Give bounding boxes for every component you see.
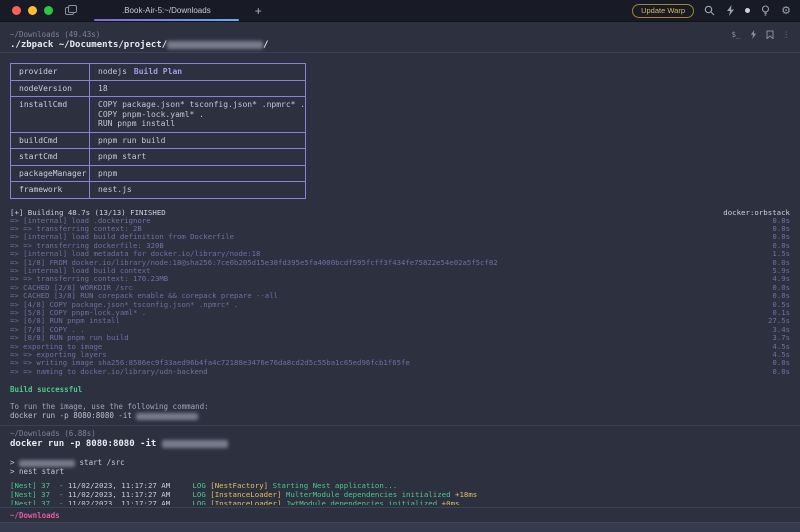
nest-start-line: > nest start — [10, 467, 790, 476]
redacted-project-path — [167, 41, 263, 49]
block1-header: ~/Downloads (49.43s) $_ ⋮ — [10, 30, 790, 39]
plan-key: framework — [11, 182, 89, 198]
plan-value-line: COPY package.json* tsconfig.json* .npmrc… — [98, 100, 305, 110]
redacted-image-name — [162, 440, 228, 448]
run-hint-command: docker run -p 8080:8080 -it — [10, 411, 790, 420]
terminal-content: ~/Downloads (49.43s) $_ ⋮ ./zbpack ~/Doc… — [0, 22, 800, 532]
plan-row: startCmd pnpm start — [11, 149, 305, 166]
build-plan-body: providernodejsnodeVersion18installCmdCOP… — [11, 64, 305, 198]
log-segment: LOG — [192, 481, 210, 490]
log-segment: 11/02/2023, 11:17:27 AM — [68, 481, 193, 490]
plan-value-line: pnpm run build — [98, 136, 305, 146]
log-segment: [InstanceLoader] — [210, 490, 286, 499]
new-tab-button[interactable]: + — [247, 4, 270, 18]
docker-line-time: 0.0s — [772, 368, 790, 376]
run-hint-text: To run the image, use the following comm… — [10, 402, 790, 411]
block1-path-duration: ~/Downloads (49.43s) — [10, 30, 100, 39]
nest-logs: [Nest] 37 - 11/02/2023, 11:17:27 AM LOG … — [10, 482, 790, 505]
build-plan-title: Build Plan — [11, 59, 305, 78]
terminal-tab[interactable]: .Book-Air-5:~/Downloads — [92, 0, 241, 22]
docker-line: => [5/8] COPY pnpm-lock.yaml* .0.1s — [10, 309, 790, 317]
notification-dot — [745, 8, 750, 13]
lightning-icon[interactable] — [724, 5, 736, 17]
npm-start-line: > start /src — [10, 458, 790, 467]
plan-value: pnpm start — [89, 149, 305, 165]
plan-value: pnpm — [89, 166, 305, 182]
command-input[interactable] — [0, 522, 800, 532]
plan-row: packageManager pnpm — [11, 166, 305, 183]
bookmark-icon[interactable] — [766, 30, 774, 39]
new-window-icon[interactable] — [65, 5, 78, 16]
block2-header: ~/Downloads (6.88s) — [10, 429, 790, 438]
log-segment: [Nest] 37 - — [10, 481, 68, 490]
docker-line: => [8/8] RUN pnpm run build3.7s — [10, 334, 790, 342]
plan-key: installCmd — [11, 97, 89, 132]
log-segment: LOG — [192, 490, 210, 499]
log-segment: +18ms — [451, 490, 478, 499]
docker-output: => [internal] load .dockerignore0.0s=> =… — [10, 217, 790, 377]
plan-key: nodeVersion — [11, 81, 89, 97]
current-block: ~/Downloads — [10, 505, 790, 532]
plan-key: startCmd — [11, 149, 89, 165]
plan-row: buildCmd pnpm run build — [11, 133, 305, 150]
update-warp-button[interactable]: Update Warp — [632, 4, 694, 18]
plan-row: framework nest.js — [11, 182, 305, 198]
plan-value-line: pnpm start — [98, 152, 305, 162]
plan-value: nest.js — [89, 182, 305, 198]
plan-value-line: COPY pnpm-lock.yaml* . — [98, 110, 305, 120]
current-prompt-path: ~/Downloads — [10, 508, 790, 522]
topbar-actions: Update Warp ⚙ — [632, 4, 792, 18]
docker-line-text: => => naming to docker.io/library/udn-ba… — [10, 368, 208, 376]
terminal-prompt-icon[interactable]: $_ — [731, 31, 740, 39]
search-icon[interactable] — [703, 5, 715, 17]
close-window-button[interactable] — [12, 6, 21, 15]
log-segment: [NestFactory] — [210, 481, 272, 490]
plan-row: nodeVersion 18 — [11, 81, 305, 98]
log-segment: Starting Nest application... — [273, 481, 398, 490]
block1-command: ./zbpack ~/Documents/project// — [10, 40, 790, 50]
log-segment: 11/02/2023, 11:17:27 AM — [68, 490, 193, 499]
plan-key: buildCmd — [11, 133, 89, 149]
bolt-icon[interactable] — [750, 30, 757, 39]
build-success-message: Build successful — [10, 385, 790, 394]
warp-window: .Book-Air-5:~/Downloads + Update Warp ⚙ … — [0, 0, 800, 532]
kebab-menu-icon[interactable]: ⋮ — [783, 31, 791, 39]
plan-value-line: RUN pnpm install — [98, 119, 305, 129]
redacted-package-name — [19, 460, 75, 467]
title-bar: .Book-Air-5:~/Downloads + Update Warp ⚙ — [0, 0, 800, 22]
plan-value: pnpm run build — [89, 133, 305, 149]
build-plan-table: Build Plan providernodejsnodeVersion18in… — [10, 63, 306, 199]
traffic-lights — [12, 6, 53, 15]
block2-command: docker run -p 8080:8080 -it — [10, 439, 790, 449]
block-separator — [0, 52, 800, 53]
zoom-window-button[interactable] — [44, 6, 53, 15]
docker-line: => exporting to image4.5s — [10, 343, 790, 351]
plan-row: installCmd COPY package.json* tsconfig.js… — [11, 97, 305, 133]
settings-gear-icon[interactable]: ⚙ — [780, 5, 792, 17]
plan-value-line: 18 — [98, 84, 305, 94]
block1-actions: $_ ⋮ — [731, 30, 790, 39]
minimize-window-button[interactable] — [28, 6, 37, 15]
plan-value-line: pnpm — [98, 169, 305, 179]
block-separator — [0, 425, 800, 426]
plan-value: COPY package.json* tsconfig.json* .npmrc… — [89, 97, 305, 132]
redacted-image-name — [136, 413, 198, 420]
plan-key: packageManager — [11, 166, 89, 182]
log-segment: [Nest] 37 - — [10, 490, 68, 499]
log-segment: MulterModule dependencies initialized — [286, 490, 451, 499]
plan-value-line: nest.js — [98, 185, 305, 195]
docker-line: => => naming to docker.io/library/udn-ba… — [10, 368, 790, 376]
lightbulb-icon[interactable] — [759, 5, 771, 17]
plan-value: 18 — [89, 81, 305, 97]
block2-path-duration: ~/Downloads (6.88s) — [10, 429, 96, 438]
active-tab-indicator — [94, 19, 239, 21]
docker-line: => [6/8] RUN pnpm install27.5s — [10, 317, 790, 325]
nest-log-line: [Nest] 37 - 11/02/2023, 11:17:27 AM LOG … — [10, 491, 790, 500]
tab-title: .Book-Air-5:~/Downloads — [122, 6, 211, 15]
